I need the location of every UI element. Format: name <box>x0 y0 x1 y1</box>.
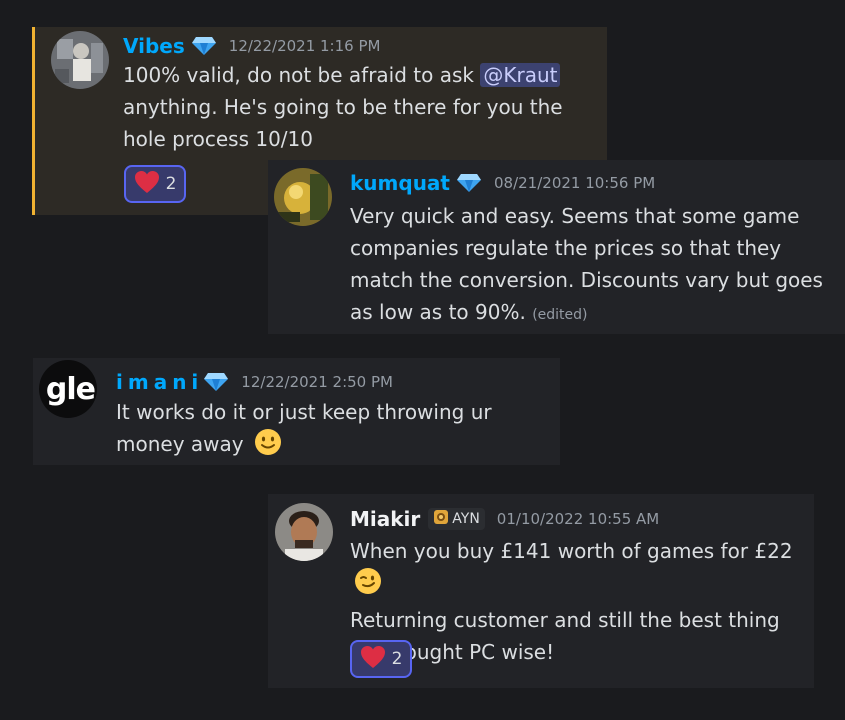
message-text: 100% valid, do not be afraid to ask <box>123 63 474 87</box>
badge-label: AYN <box>452 511 480 527</box>
avatar[interactable] <box>275 503 333 561</box>
message-body: 100% valid, do not be afraid to ask @Kra… <box>123 59 598 155</box>
message-text-line2: Returning customer and still the best th… <box>350 608 780 664</box>
heart-icon <box>134 170 160 199</box>
timestamp: 08/21/2021 10:56 PM <box>494 174 656 192</box>
author-name[interactable]: imani <box>116 370 203 394</box>
gem-icon <box>456 173 482 193</box>
author-name[interactable]: Miakir <box>350 507 420 531</box>
author-name[interactable]: kumquat <box>350 171 450 195</box>
message-imani: gle imani 12/22/2021 2:50 PM It works do… <box>33 358 560 465</box>
avatar[interactable]: gle <box>39 360 97 418</box>
avatar-text: gle <box>45 371 96 407</box>
message-body: Very quick and easy. Seems that some gam… <box>350 200 832 331</box>
heart-reaction-button[interactable]: 2 <box>350 640 412 678</box>
avatar[interactable] <box>51 31 109 89</box>
gem-icon <box>191 36 217 56</box>
message-text: Very quick and easy. Seems that some gam… <box>350 204 823 324</box>
timestamp: 01/10/2022 10:55 AM <box>496 510 660 528</box>
reaction-count: 2 <box>165 174 177 194</box>
lion-icon <box>433 509 449 529</box>
message-body: It works do it or just keep throwing ur … <box>116 396 556 465</box>
avatar[interactable] <box>274 168 332 226</box>
user-mention[interactable]: @Kraut <box>480 63 561 87</box>
message-kumquat: kumquat 08/21/2021 10:56 PM Very quick a… <box>268 160 845 334</box>
message-text-continued: anything. He's going to be there for you… <box>123 95 563 151</box>
reaction-count: 2 <box>391 649 403 669</box>
message-miakir: Miakir AYN 01/10/2022 10:55 AM When you … <box>268 494 814 688</box>
message-body: When you buy £141 worth of games for £22… <box>350 535 810 668</box>
heart-icon <box>360 645 386 674</box>
gem-icon <box>203 372 229 392</box>
server-tag-badge[interactable]: AYN <box>428 508 485 530</box>
slightly-smiling-face-icon <box>254 428 282 465</box>
heart-reaction-button[interactable]: 2 <box>124 165 186 203</box>
author-name[interactable]: Vibes <box>123 34 185 58</box>
timestamp: 12/22/2021 1:16 PM <box>228 37 381 55</box>
timestamp: 12/22/2021 2:50 PM <box>241 373 393 391</box>
message-text-line1: When you buy £141 worth of games for £22 <box>350 539 793 563</box>
edited-label: (edited) <box>532 307 588 323</box>
message-text: It works do it or just keep throwing ur … <box>116 400 492 456</box>
winking-face-icon <box>354 567 382 604</box>
